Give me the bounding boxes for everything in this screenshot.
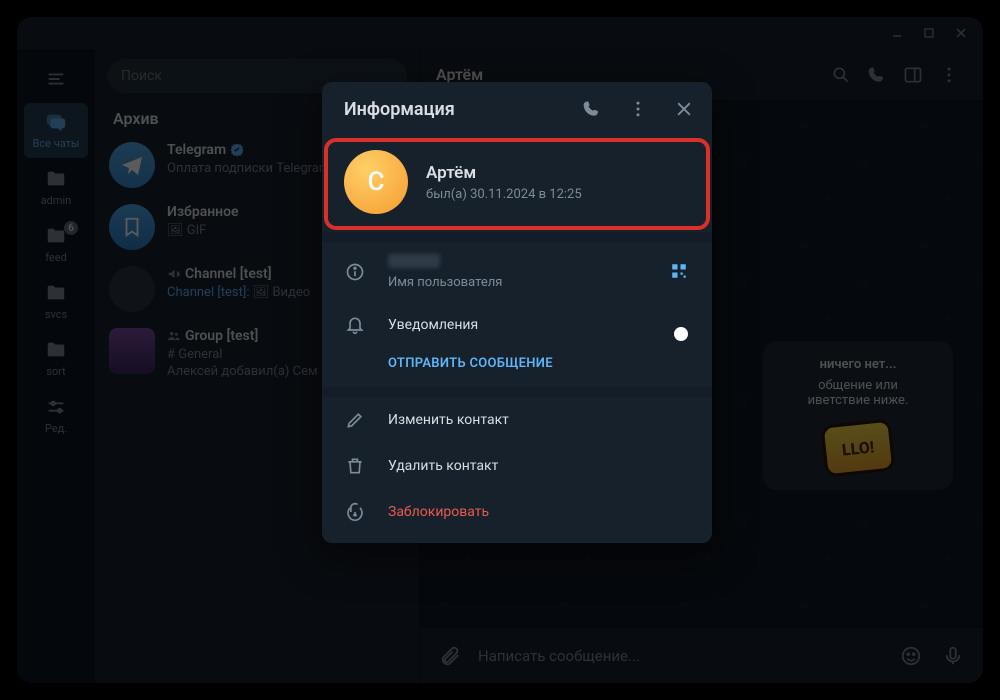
bell-icon <box>344 314 366 336</box>
pencil-icon <box>344 409 366 431</box>
qr-icon[interactable] <box>670 262 690 282</box>
popup-header: Информация <box>322 82 712 136</box>
popup-title: Информация <box>344 99 566 120</box>
trash-icon <box>344 455 366 477</box>
edit-contact-label: Изменить контакт <box>388 412 509 428</box>
username-row[interactable]: Имя пользователя <box>322 242 712 302</box>
send-message-button[interactable]: ОТПРАВИТЬ СООБЩЕНИЕ <box>322 356 712 371</box>
delete-contact-label: Удалить контакт <box>388 458 498 474</box>
block-label: Заблокировать <box>388 504 489 520</box>
profile-row[interactable]: C Артём был(а) 30.11.2024 в 12:25 <box>322 136 712 232</box>
profile-name: Артём <box>426 163 582 183</box>
popup-more-button[interactable] <box>618 89 658 129</box>
info-icon <box>344 261 366 283</box>
block-icon <box>344 501 366 523</box>
notifications-row[interactable]: Уведомления <box>322 302 712 348</box>
profile-last-seen: был(а) 30.11.2024 в 12:25 <box>426 187 582 202</box>
username-redacted <box>388 254 440 268</box>
popup-call-button[interactable] <box>572 89 612 129</box>
username-label: Имя пользователя <box>388 275 502 290</box>
notifications-label: Уведомления <box>388 317 478 333</box>
edit-contact-row[interactable]: Изменить контакт <box>322 397 712 443</box>
block-user-row[interactable]: Заблокировать <box>322 489 712 535</box>
delete-contact-row[interactable]: Удалить контакт <box>322 443 712 489</box>
popup-close-button[interactable] <box>664 89 704 129</box>
profile-avatar[interactable]: C <box>344 150 408 214</box>
user-info-popup: Информация C Артём был(а) 30.11.2024 в 1… <box>322 82 712 543</box>
